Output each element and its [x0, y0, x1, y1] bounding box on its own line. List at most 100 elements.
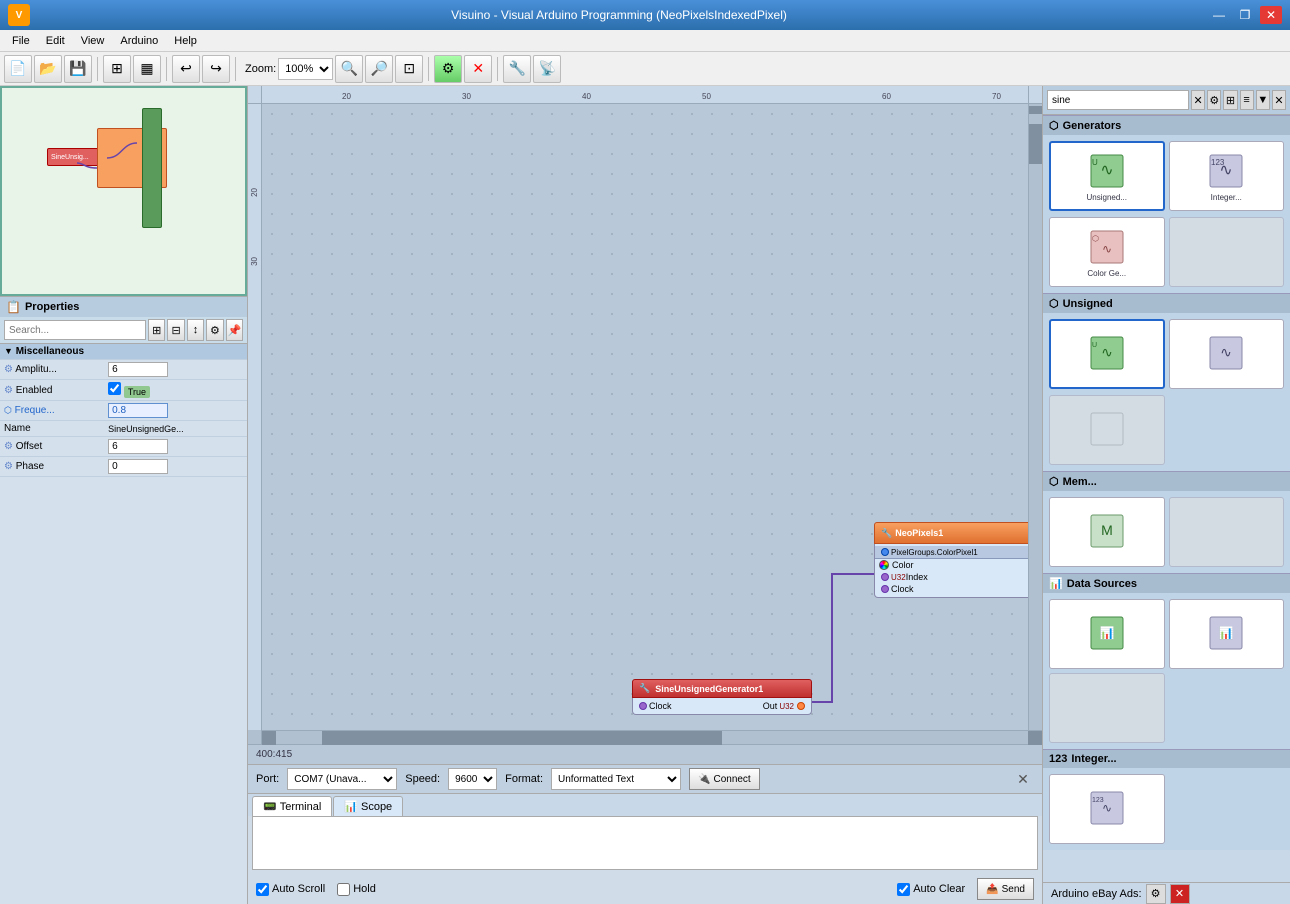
rp-section-datasources[interactable]: 📊 Data Sources	[1043, 573, 1290, 593]
rp-integer-grid: ∿ 123	[1043, 768, 1290, 850]
rp-section-unsigned[interactable]: ⬡ Unsigned	[1043, 293, 1290, 313]
props-filter-btn[interactable]: ⚙	[206, 319, 223, 341]
rp-grid-btn[interactable]: ⊞	[1223, 90, 1237, 110]
auto-clear-label[interactable]: Auto Clear	[897, 883, 965, 896]
send-button[interactable]: 📤 Send	[977, 878, 1034, 900]
hold-checkbox[interactable]	[337, 883, 350, 896]
neopixels-color-dot[interactable]	[879, 560, 889, 570]
tab-terminal[interactable]: 📟 Terminal	[252, 796, 332, 816]
maximize-button[interactable]: ❐	[1234, 6, 1256, 24]
undo-button[interactable]: ↩	[172, 55, 200, 83]
prop-enabled-badge: True	[124, 386, 150, 398]
rp-item-mem1[interactable]: M	[1049, 497, 1165, 567]
zoom-out-button[interactable]: 🔎	[365, 55, 393, 83]
props-sort-btn[interactable]: ↕	[187, 319, 204, 341]
rp-settings-btn[interactable]: ⚙	[1207, 90, 1221, 110]
bottom-close-btn[interactable]: ✕	[1012, 768, 1034, 790]
close-button[interactable]: ✕	[1260, 6, 1282, 24]
rp-expand-btn[interactable]: ▼	[1256, 90, 1270, 110]
rp-item-int1[interactable]: ∿ 123	[1049, 774, 1165, 844]
neopixels-pg-dot[interactable]	[881, 548, 889, 556]
grid-button[interactable]: ⊞	[103, 55, 131, 83]
zoom-fit-button[interactable]: ⊡	[395, 55, 423, 83]
terminal-area[interactable]	[252, 816, 1038, 870]
auto-clear-checkbox[interactable]	[897, 883, 910, 896]
rp-unsigned-sine-label: Unsigned...	[1087, 193, 1127, 202]
new-button[interactable]: 📄	[4, 55, 32, 83]
rp-close-btn[interactable]: ✕	[1272, 90, 1286, 110]
rp-item-ds2[interactable]: 📊	[1169, 599, 1285, 669]
menu-help[interactable]: Help	[166, 33, 205, 49]
props-collapse-btn[interactable]: ⊟	[167, 319, 184, 341]
menu-edit[interactable]: Edit	[38, 33, 73, 49]
ruler-mark-60: 60	[882, 92, 891, 101]
save-button[interactable]: 💾	[64, 55, 92, 83]
grid2-button[interactable]: ▦	[133, 55, 161, 83]
zoom-select[interactable]: 50% 75% 100% 125% 150% 200%	[278, 58, 333, 80]
auto-clear-text: Auto Clear	[913, 883, 965, 895]
sine-gen-clock-dot[interactable]	[639, 702, 647, 710]
props-expand-btn[interactable]: ⊞	[148, 319, 165, 341]
auto-scroll-checkbox[interactable]	[256, 883, 269, 896]
canvas-inner[interactable]: 🔧 SineUnsignedGenerator1 Clock Out U32	[262, 104, 1028, 730]
prop-amplitude-input[interactable]	[108, 362, 168, 377]
sine-gen-out-label: Out	[763, 701, 778, 711]
menu-file[interactable]: File	[4, 33, 38, 49]
minimize-button[interactable]: —	[1208, 6, 1230, 24]
upload-button[interactable]: ✕	[464, 55, 492, 83]
auto-scroll-label[interactable]: Auto Scroll	[256, 883, 325, 896]
connect-button[interactable]: 🔌 Connect	[689, 768, 760, 790]
port-select[interactable]: COM7 (Unava...	[287, 768, 397, 790]
neopixels-block[interactable]: 🔧 NeoPixels1 ✕ PixelGroups.ColorPixel1 O…	[874, 522, 1028, 598]
format-select[interactable]: Unformatted Text	[551, 768, 681, 790]
rp-list-btn[interactable]: ≡	[1240, 90, 1254, 110]
rp-section-mem[interactable]: ⬡ Mem...	[1043, 471, 1290, 491]
prop-enabled-checkbox[interactable]	[108, 382, 121, 395]
serial-button[interactable]: 📡	[533, 55, 561, 83]
prop-phase-input[interactable]	[108, 459, 168, 474]
speed-select[interactable]: 9600	[448, 768, 497, 790]
neopixels-clock-dot[interactable]	[881, 585, 889, 593]
open-button[interactable]: 📂	[34, 55, 62, 83]
properties-search[interactable]	[4, 320, 146, 340]
props-pin-btn[interactable]: 📌	[226, 319, 243, 341]
sine-gen-block[interactable]: 🔧 SineUnsignedGenerator1 Clock Out U32	[632, 679, 812, 715]
sine-gen-out-dot[interactable]	[797, 702, 805, 710]
board-button[interactable]: 🔧	[503, 55, 531, 83]
sine-gen-clock-port: Clock Out U32	[633, 700, 811, 712]
compile-button[interactable]: ⚙	[434, 55, 462, 83]
rp-item-unsigned-sine[interactable]: ∿ U Unsigned...	[1049, 141, 1165, 211]
prop-row-enabled: ⚙ Enabled True	[0, 380, 247, 401]
prop-offset-input[interactable]	[108, 439, 168, 454]
prop-frequency-input[interactable]	[108, 403, 168, 418]
canvas-hscroll[interactable]	[262, 730, 1042, 744]
redo-button[interactable]: ↪	[202, 55, 230, 83]
ads-settings-btn[interactable]: ⚙	[1146, 884, 1166, 904]
rp-section-integer[interactable]: 123 Integer...	[1043, 749, 1290, 768]
rp-search-input[interactable]	[1047, 90, 1189, 110]
rp-generators-grid: ∿ U Unsigned... ∿ 123 Integer...	[1043, 135, 1290, 217]
vscroll-thumb[interactable]	[1029, 124, 1042, 164]
rp-item-integer-sine[interactable]: ∿ 123 Integer...	[1169, 141, 1285, 211]
canvas-vscroll[interactable]	[1028, 104, 1042, 730]
ruler-mark-70: 70	[992, 92, 1001, 101]
ruler-horizontal: 20 30 40 50 60 70	[262, 86, 1028, 104]
vscroll-up-btn[interactable]	[1029, 106, 1042, 114]
rp-item-unsigned2[interactable]: ∿	[1169, 319, 1285, 389]
hold-label[interactable]: Hold	[337, 883, 376, 896]
hscroll-left-btn[interactable]	[262, 731, 276, 745]
menu-view[interactable]: View	[73, 33, 113, 49]
rp-section-generators[interactable]: ⬡ Generators	[1043, 115, 1290, 135]
rp-item-ds1[interactable]: 📊	[1049, 599, 1165, 669]
rp-item-unsigned1[interactable]: ∿ U	[1049, 319, 1165, 389]
zoom-in-button[interactable]: 🔍	[335, 55, 363, 83]
rp-search-clear-btn[interactable]: ✕	[1191, 90, 1205, 110]
tab-scope[interactable]: 📊 Scope	[333, 796, 403, 816]
menu-arduino[interactable]: Arduino	[112, 33, 166, 49]
hscroll-right-btn[interactable]	[1028, 731, 1042, 745]
hscroll-thumb[interactable]	[322, 731, 722, 745]
neopixels-index-dot-left[interactable]	[881, 573, 889, 581]
rp-item-color-gen[interactable]: ⬡ ∿ Color Ge...	[1049, 217, 1165, 287]
ads-close-btn[interactable]: ✕	[1170, 884, 1190, 904]
bottom-tabs: 📟 Terminal 📊 Scope	[248, 794, 1042, 816]
